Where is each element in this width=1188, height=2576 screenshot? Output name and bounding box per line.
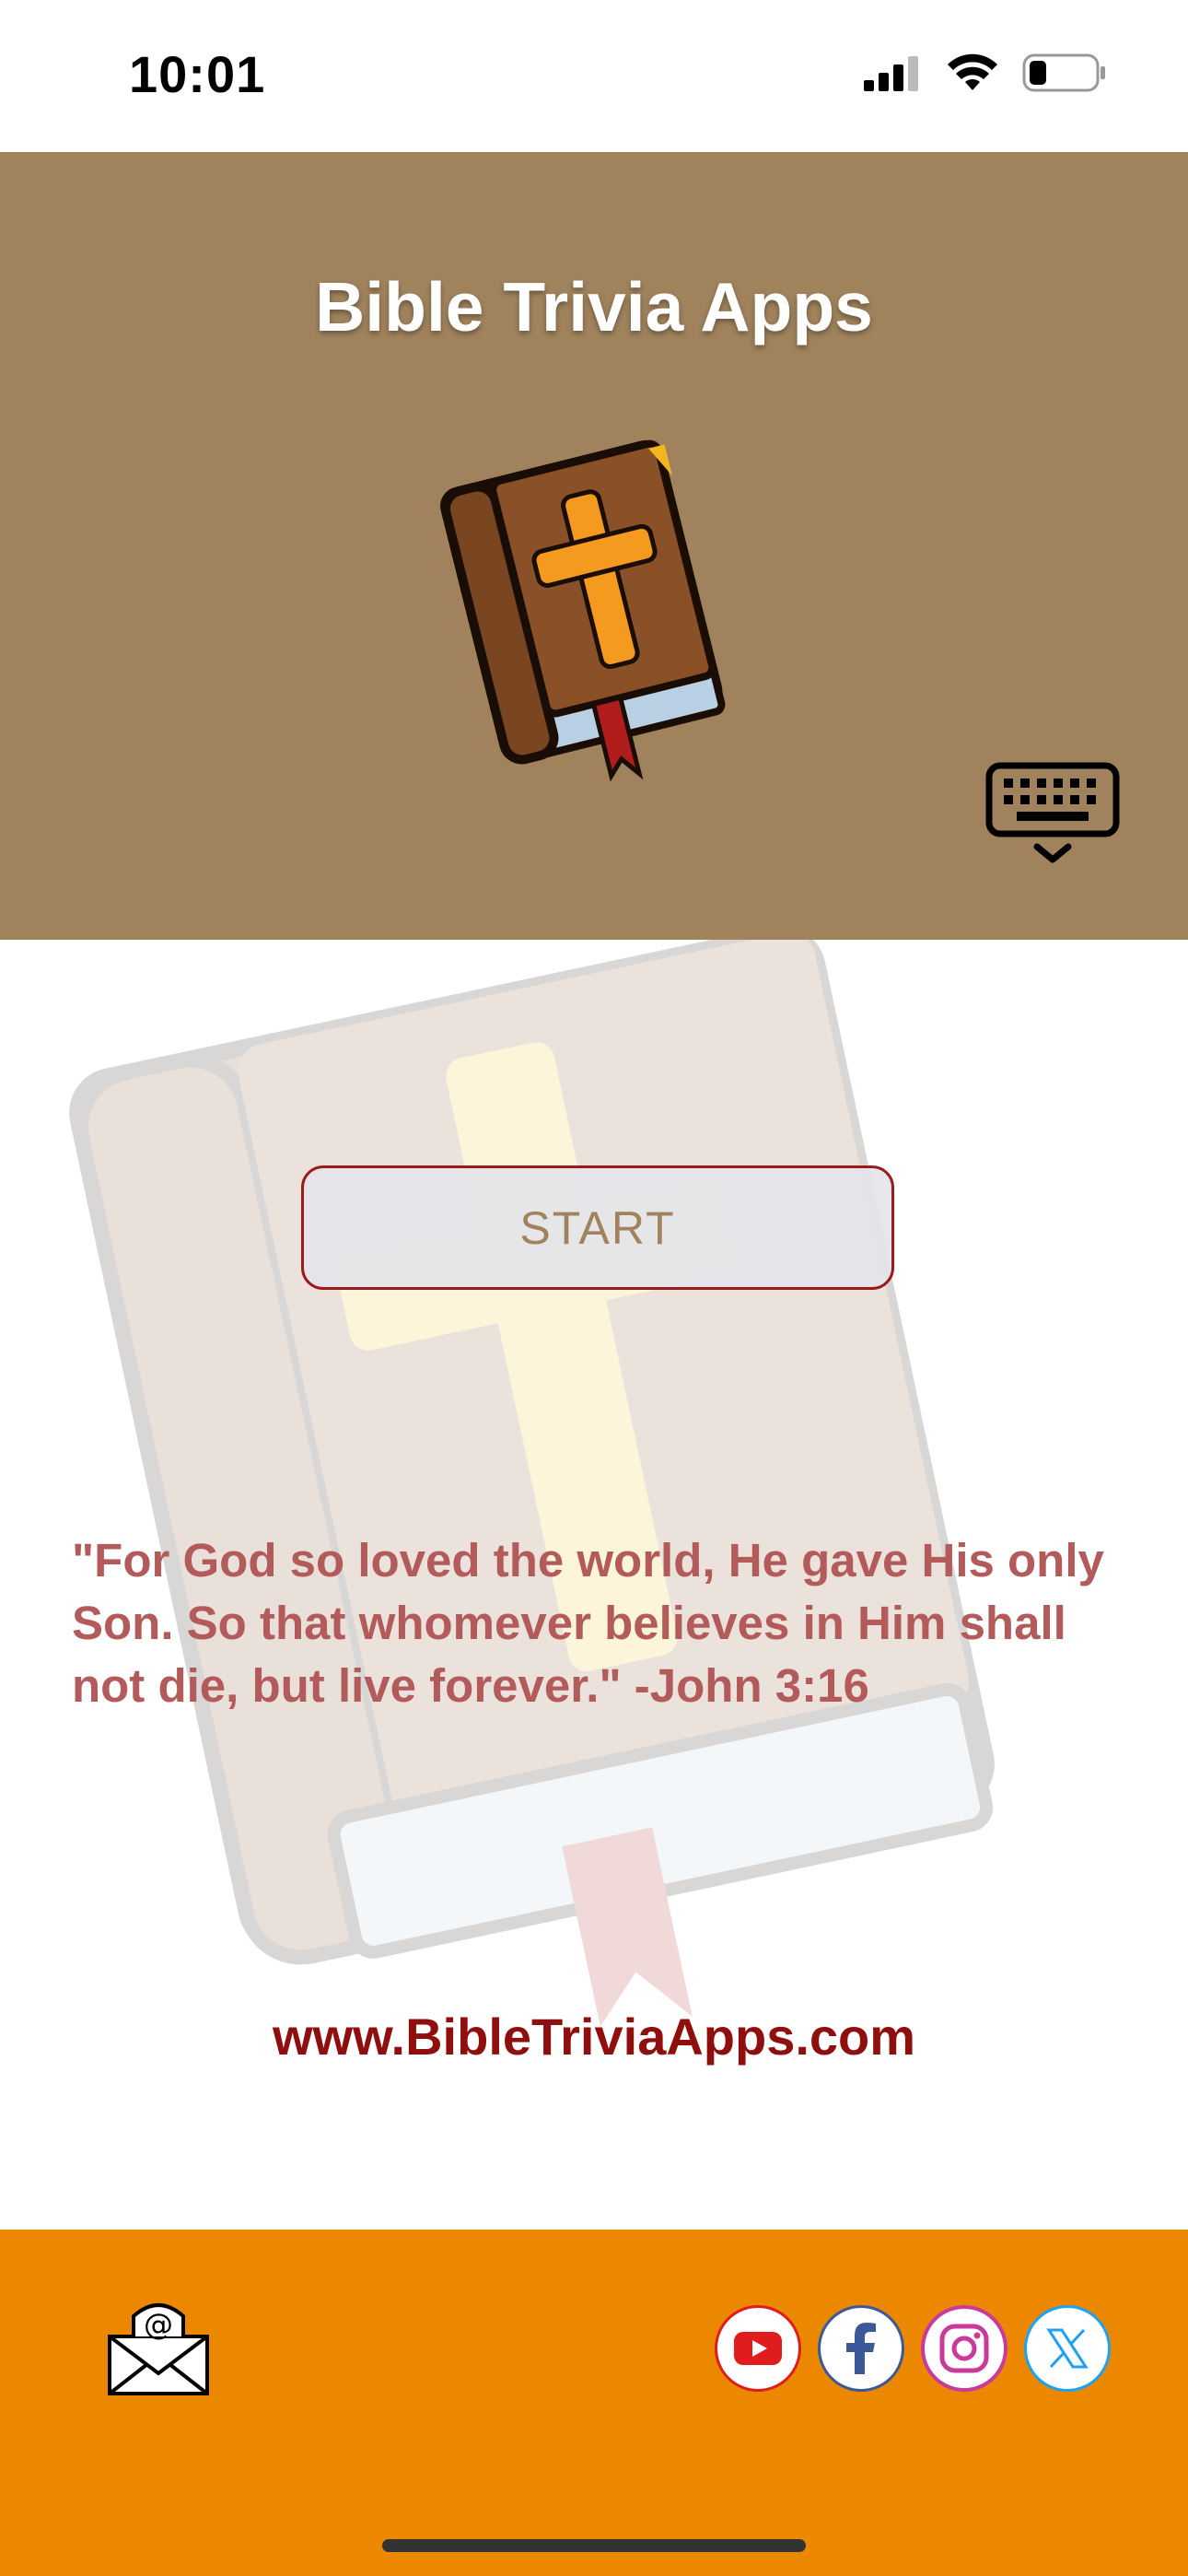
footer: @ (0, 2230, 1188, 2576)
website-link[interactable]: www.BibleTriviaApps.com (0, 2007, 1188, 2067)
facebook-icon (846, 2323, 876, 2374)
status-bar: 10:01 (0, 0, 1188, 152)
keyboard-dismiss-icon[interactable] (984, 760, 1122, 871)
facebook-button[interactable] (818, 2305, 904, 2392)
start-button[interactable]: START (301, 1165, 894, 1290)
bible-logo-icon (440, 439, 726, 782)
youtube-button[interactable] (715, 2305, 801, 2392)
instagram-button[interactable] (921, 2305, 1007, 2392)
main-content: START "For God so loved the world, He ga… (0, 940, 1188, 2230)
wifi-icon (948, 53, 997, 90)
background-bible-watermark (69, 940, 995, 2027)
status-icons (864, 53, 1107, 92)
app-title: Bible Trivia Apps (315, 268, 873, 345)
svg-text:@: @ (144, 2307, 173, 2342)
battery-icon (1022, 53, 1105, 92)
status-time: 10:01 (129, 45, 266, 103)
header: Bible Trivia Apps (0, 152, 1188, 940)
bible-verse: "For God so loved the world, He gave His… (72, 1534, 1104, 1712)
instagram-icon (939, 2324, 989, 2373)
cellular-signal-icon (864, 56, 918, 91)
home-indicator (382, 2539, 806, 2552)
youtube-icon (734, 2332, 782, 2365)
x-twitter-button[interactable] (1024, 2305, 1111, 2392)
email-icon[interactable]: @ (106, 2296, 212, 2397)
x-icon (1046, 2328, 1089, 2369)
